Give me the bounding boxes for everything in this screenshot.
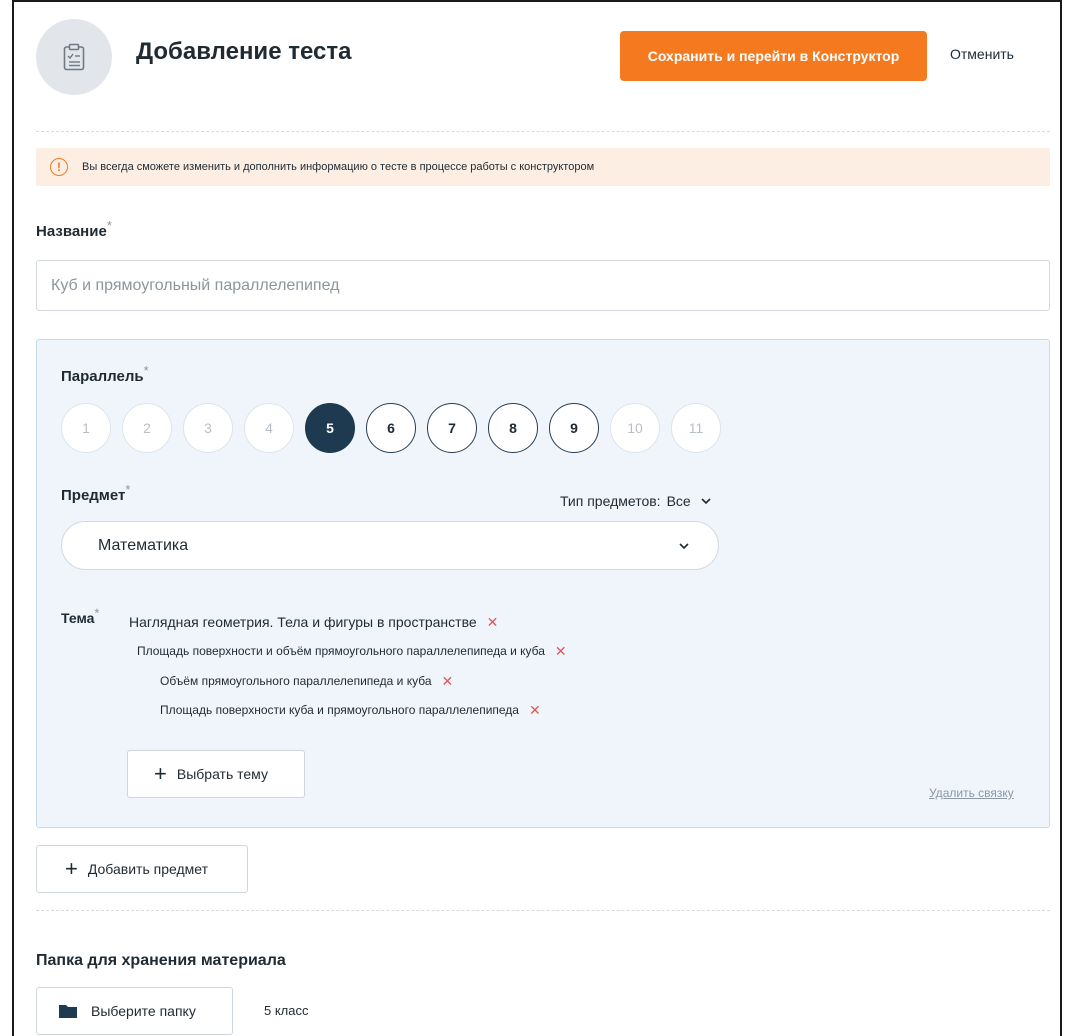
subject-select[interactable]: Математика [61,521,719,570]
grade-option-11[interactable]: 11 [671,403,721,453]
divider [36,131,1050,132]
subject-type-label: Тип предметов: [560,493,661,509]
save-and-open-constructor-button[interactable]: Сохранить и перейти в Конструктор [620,31,927,81]
subject-type-filter[interactable]: Тип предметов: Все [560,493,711,509]
required-mark: * [143,363,149,378]
chevron-down-icon [701,498,711,505]
topic-item: Площадь поверхности куба и прямоугольног… [160,703,541,717]
folder-label: Папка для хранения материала [36,952,286,969]
test-name-input[interactable] [36,260,1050,311]
grade-option-5[interactable]: 5 [305,403,355,453]
grade-option-3[interactable]: 3 [183,403,233,453]
chevron-down-icon [679,542,689,549]
grade-option-10[interactable]: 10 [610,403,660,453]
topic-item-label: Площадь поверхности куба и прямоугольног… [160,703,519,717]
topic-item: Наглядная геометрия. Тела и фигуры в про… [129,614,498,630]
warning-icon: ! [50,158,68,176]
grade-option-9[interactable]: 9 [549,403,599,453]
folder-icon [59,1005,77,1018]
grade-label-text: Параллель [61,368,144,385]
notice-text: Вы всегда сможете изменить и дополнить и… [82,161,595,173]
grade-option-2[interactable]: 2 [122,403,172,453]
grade-selector: 1 2 3 4 5 6 7 8 9 10 11 [61,403,721,453]
topic-item-label: Наглядная геометрия. Тела и фигуры в про… [129,614,477,630]
remove-topic-icon[interactable]: ✕ [442,674,454,688]
plus-icon: + [154,761,167,786]
clipboard-icon [36,19,112,95]
remove-topic-icon[interactable]: ✕ [487,615,499,629]
subject-label: Предмет* [61,483,130,504]
topic-label-text: Тема [61,610,95,626]
cancel-button[interactable]: Отменить [950,46,1014,62]
grade-option-7[interactable]: 7 [427,403,477,453]
remove-topic-icon[interactable]: ✕ [529,703,541,717]
remove-binding-link[interactable]: Удалить связку [929,786,1014,800]
divider [36,910,1050,911]
required-mark: * [94,605,100,621]
folder-value: 5 класс [264,1003,309,1018]
required-mark: * [106,218,112,233]
name-label: Название* [36,219,112,240]
subject-type-value: Все [666,493,691,509]
topic-item-label: Объём прямоугольного параллелепипеда и к… [160,674,432,688]
grade-label: Параллель* [61,364,149,385]
page-title: Добавление теста [136,38,352,65]
plus-icon: + [65,856,78,881]
add-subject-label: Добавить предмет [87,861,208,877]
choose-folder-label: Выберите папку [91,1003,196,1019]
info-notice: ! Вы всегда сможете изменить и дополнить… [36,148,1050,186]
remove-topic-icon[interactable]: ✕ [555,644,567,658]
grade-option-4[interactable]: 4 [244,403,294,453]
subject-select-value: Математика [98,536,189,554]
topic-item: Объём прямоугольного параллелепипеда и к… [160,674,453,688]
grade-option-6[interactable]: 6 [366,403,416,453]
subject-label-text: Предмет [61,487,126,504]
grade-option-1[interactable]: 1 [61,403,111,453]
choose-folder-button[interactable]: Выберите папку [36,987,233,1035]
topic-item: Площадь поверхности и объём прямоугольно… [137,644,567,658]
choose-topic-label: Выбрать тему [176,766,268,782]
grade-option-8[interactable]: 8 [488,403,538,453]
topic-item-label: Площадь поверхности и объём прямоугольно… [137,644,545,658]
required-mark: * [125,482,131,497]
name-label-text: Название [36,223,107,240]
choose-topic-button[interactable]: + Выбрать тему [127,750,305,798]
add-subject-button[interactable]: + Добавить предмет [36,845,248,893]
topic-label: Тема* [61,606,99,626]
